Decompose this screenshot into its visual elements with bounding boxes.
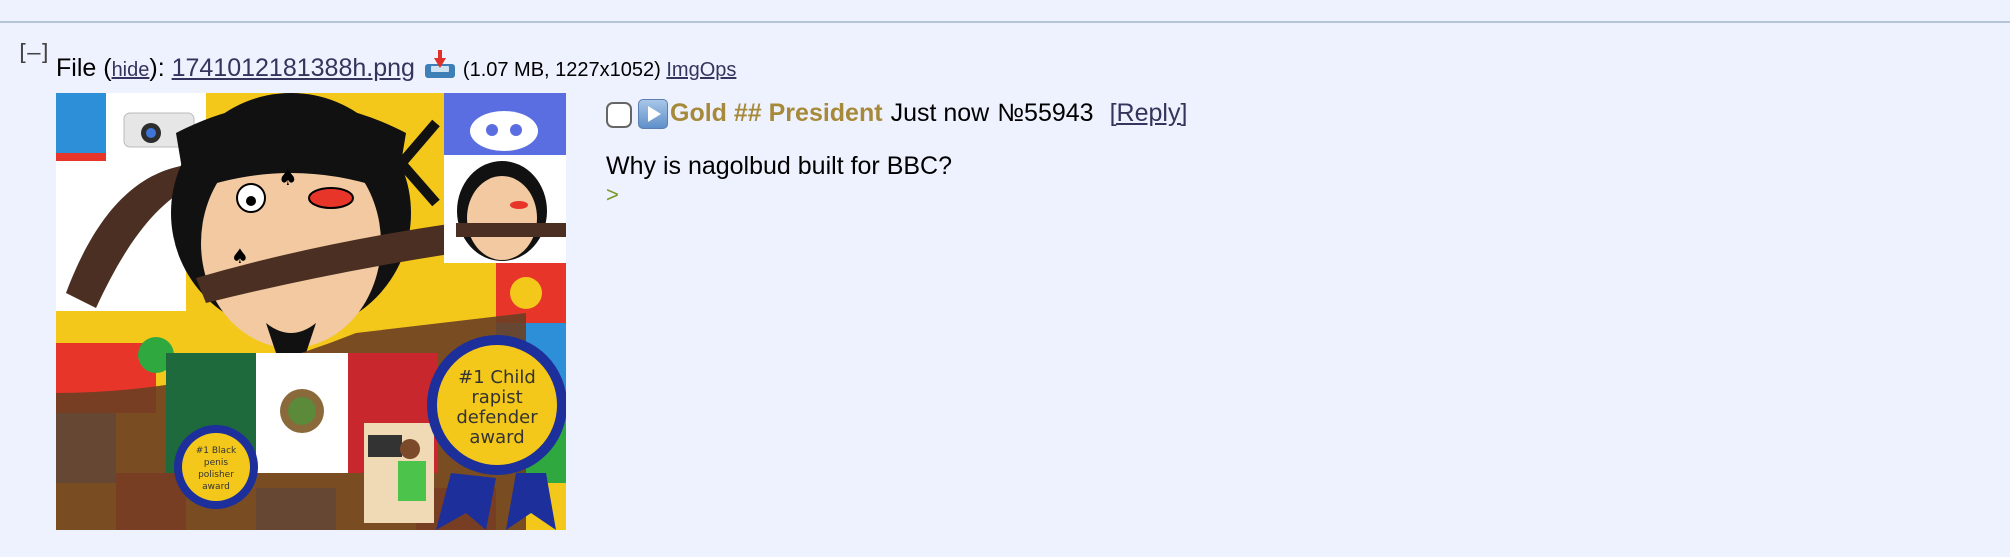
- small-award-line-3: polisher: [198, 470, 234, 480]
- play-icon[interactable]: [638, 99, 668, 129]
- post-datetime: Just now: [890, 98, 990, 127]
- post-header: Gold ## President Just now №55943 [Reply…: [606, 93, 1187, 133]
- large-award-line-1: #1 Child: [458, 367, 536, 388]
- small-award-line-1: #1 Black: [196, 446, 237, 456]
- hide-file-link[interactable]: hide: [112, 54, 150, 86]
- thread-divider: [0, 21, 2010, 23]
- post-message-text: Why is nagolbud built for BBC?: [606, 152, 953, 180]
- post-select-checkbox[interactable]: [606, 102, 632, 128]
- file-info: File ( hide ): 1741012181388h.png (1.07 …: [56, 46, 736, 86]
- small-award-line-4: award: [202, 482, 230, 492]
- post-number[interactable]: №55943: [997, 99, 1093, 128]
- thumbnail-image: ♠ ♠ #1 Black penis polisher award #1 Chi…: [56, 93, 566, 530]
- post-image-thumbnail[interactable]: ♠ ♠ #1 Black penis polisher award #1 Chi…: [56, 93, 566, 530]
- large-award-line-4: award: [469, 427, 524, 448]
- file-name-link[interactable]: 1741012181388h.png: [172, 52, 415, 84]
- greentext-line: >: [606, 182, 619, 207]
- large-award-line-2: rapist: [471, 387, 522, 408]
- file-meta: (1.07 MB, 1227x1052): [462, 59, 661, 81]
- small-award-line-2: penis: [204, 458, 228, 468]
- file-label-prefix: File (: [56, 54, 112, 82]
- collapse-post-button[interactable]: [–]: [16, 43, 52, 65]
- reply-link[interactable]: [Reply]: [1110, 99, 1188, 128]
- svg-text:♠: ♠: [278, 166, 298, 191]
- download-icon[interactable]: [423, 50, 457, 80]
- imgops-link[interactable]: ImgOps: [666, 54, 736, 86]
- poster-name: Gold ## President: [670, 98, 883, 127]
- large-award-line-3: defender: [456, 407, 538, 428]
- file-label-suffix: ):: [149, 54, 172, 82]
- post-message: Why is nagolbud built for BBC? >: [606, 150, 952, 208]
